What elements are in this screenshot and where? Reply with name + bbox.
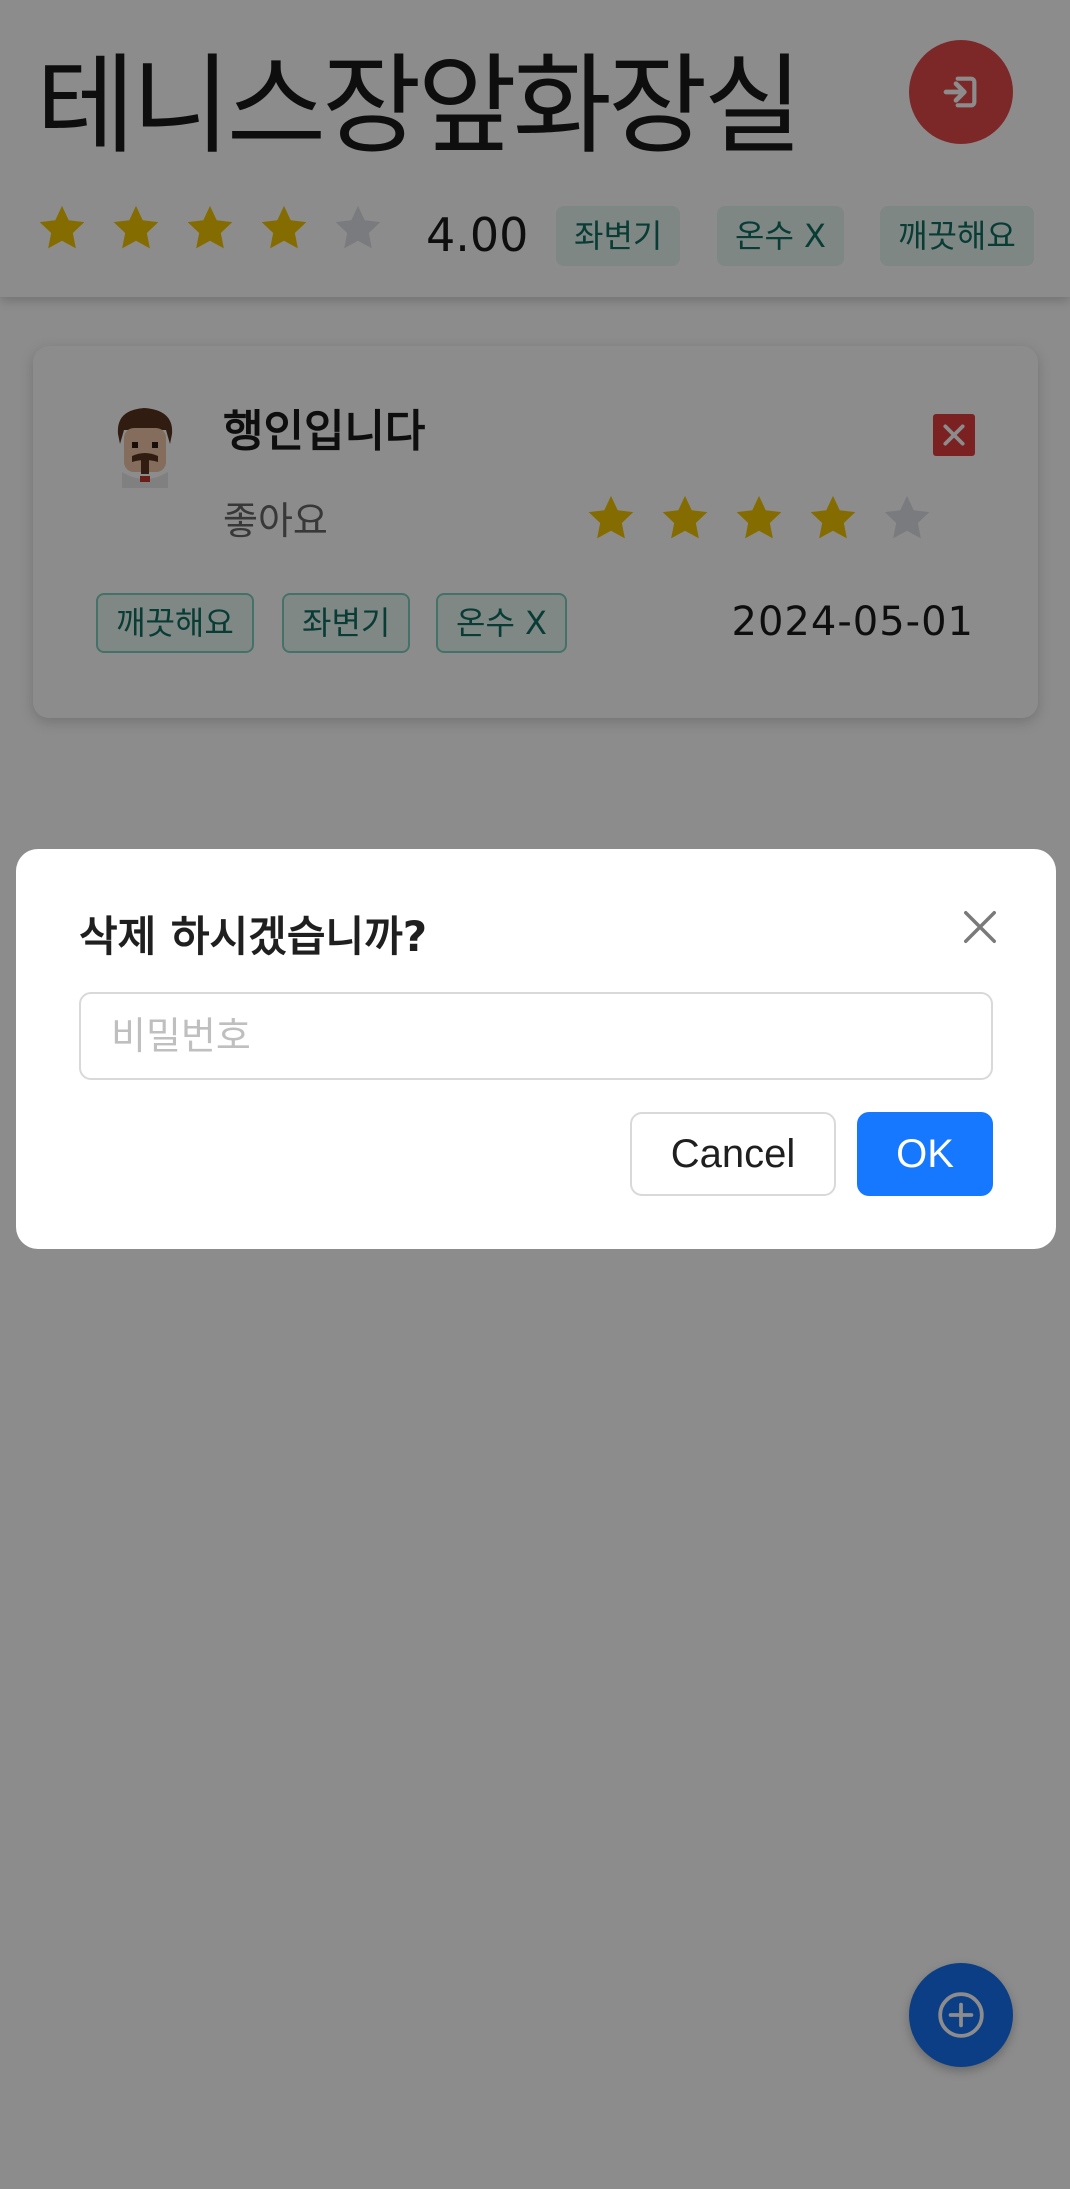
close-icon bbox=[964, 911, 996, 943]
dialog-title: 삭제 하시겠습니까? bbox=[79, 912, 428, 961]
cancel-button[interactable]: Cancel bbox=[630, 1112, 836, 1196]
delete-confirm-dialog: 삭제 하시겠습니까? Cancel OK bbox=[16, 849, 1056, 1249]
page: 테니스장앞화장실 4.00 좌변기 온수 X 깨끗해요 행인입니다 좋아요 깨끗… bbox=[0, 0, 1070, 2189]
dialog-close-button[interactable] bbox=[954, 901, 1006, 953]
password-input[interactable] bbox=[79, 992, 993, 1080]
ok-button[interactable]: OK bbox=[857, 1112, 993, 1196]
